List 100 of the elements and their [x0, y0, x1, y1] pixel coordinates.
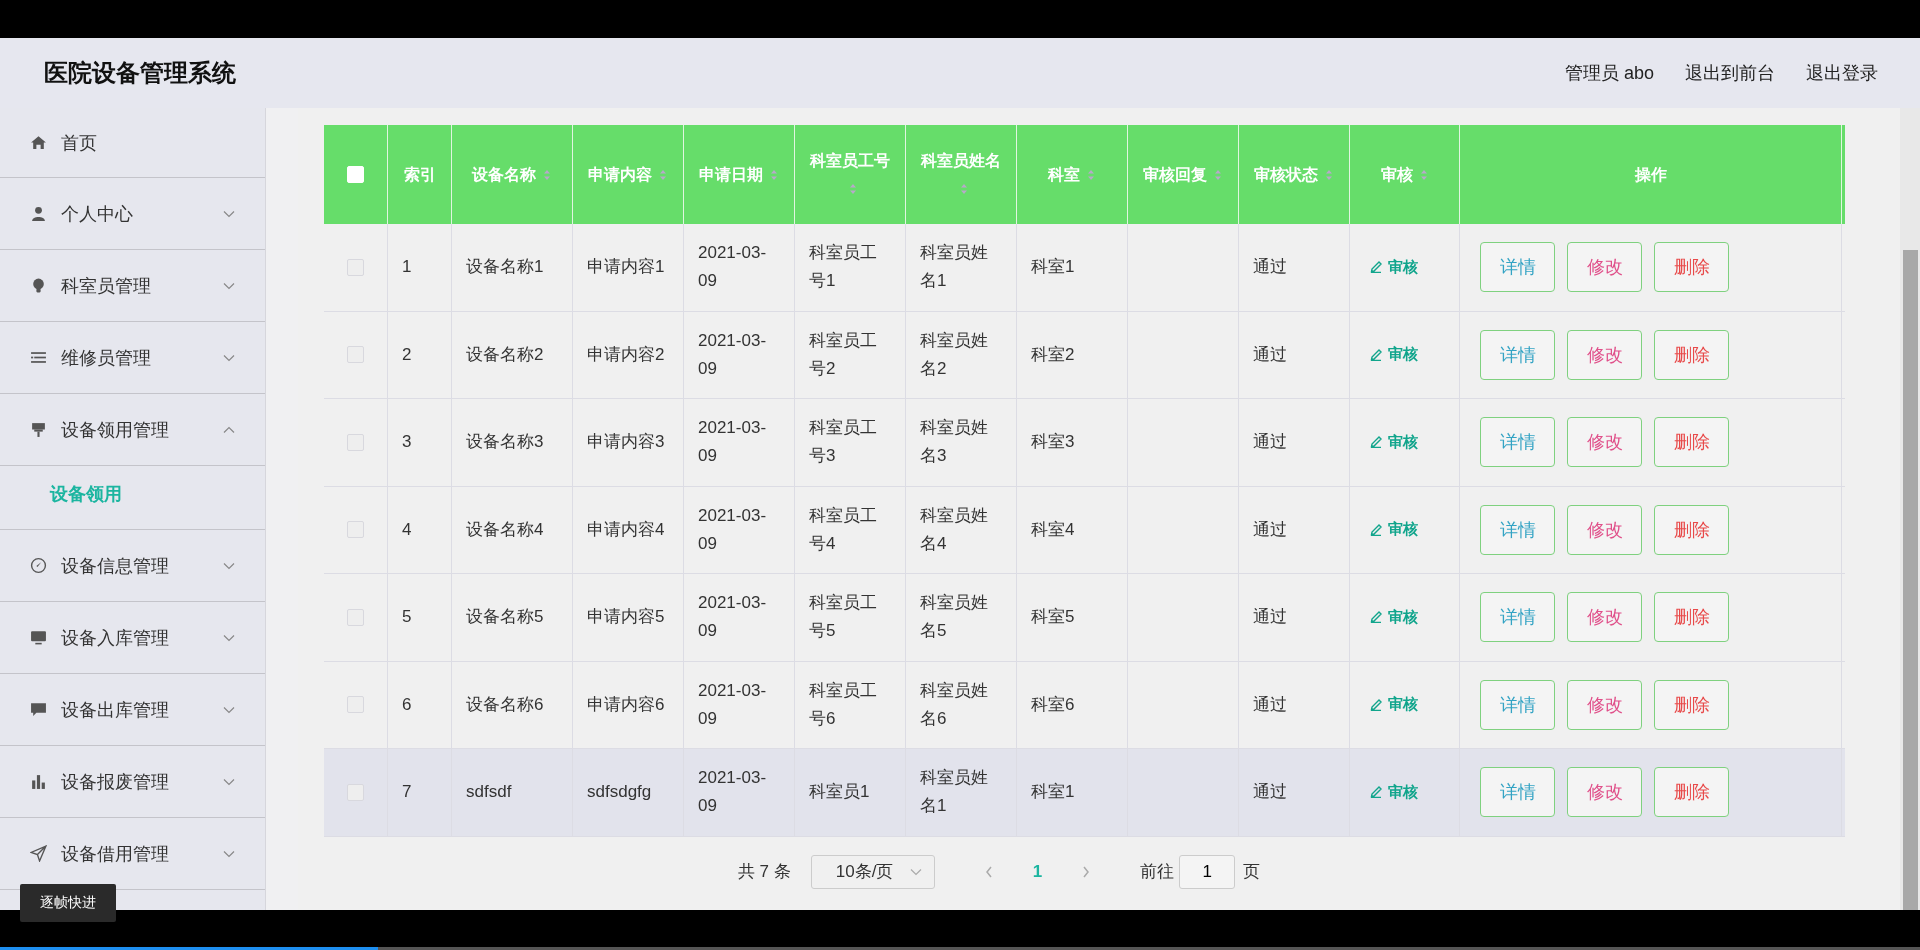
- edit-button[interactable]: 修改: [1567, 679, 1642, 730]
- detail-button[interactable]: 详情: [1480, 767, 1555, 818]
- review-link[interactable]: 审核: [1364, 782, 1418, 802]
- sidebar-item[interactable]: 设备信息管理: [0, 530, 265, 602]
- chat-icon: [30, 701, 47, 718]
- pen-icon: [1370, 348, 1382, 361]
- review-link[interactable]: 审核: [1364, 257, 1418, 277]
- chevron-icon: [223, 705, 235, 714]
- review-link[interactable]: 审核: [1364, 695, 1418, 715]
- page-number[interactable]: 1: [1012, 861, 1063, 882]
- detail-button[interactable]: 详情: [1480, 242, 1555, 293]
- header-link[interactable]: 退出到前台: [1685, 61, 1775, 85]
- header-link[interactable]: 退出登录: [1806, 61, 1878, 85]
- detail-button[interactable]: 详情: [1480, 329, 1555, 380]
- detail-button[interactable]: 详情: [1480, 417, 1555, 468]
- review-link[interactable]: 审核: [1364, 432, 1418, 452]
- table-cell-text: 通过: [1253, 606, 1287, 629]
- table-cell-text: 设备名称4: [466, 518, 544, 541]
- table-cell-text: 设备名称2: [466, 343, 544, 366]
- sidebar-label: 设备出库管理: [61, 698, 170, 722]
- table-cell-text: 2021-03-09: [698, 242, 768, 293]
- detail-button[interactable]: 详情: [1480, 504, 1555, 555]
- checkbox[interactable]: [347, 346, 364, 364]
- app-title: 医院设备管理系统: [44, 58, 236, 88]
- sidebar-item[interactable]: 设备报废管理: [0, 746, 265, 818]
- chevron-icon: [909, 867, 922, 876]
- checkbox[interactable]: [347, 433, 364, 451]
- table-cell-text: 通过: [1253, 781, 1287, 804]
- review-link[interactable]: 审核: [1364, 345, 1418, 365]
- column-header: 科室: [1048, 160, 1096, 189]
- checkbox[interactable]: [347, 608, 364, 626]
- table-cell-text: 2021-03-09: [698, 417, 768, 468]
- table-cell-text: 申请内容3: [587, 431, 665, 454]
- sidebar-item[interactable]: 首页: [0, 108, 265, 178]
- pen-icon: [1370, 611, 1382, 624]
- delete-button[interactable]: 删除: [1654, 417, 1729, 468]
- pen-icon: [1370, 436, 1382, 449]
- review-link[interactable]: 审核: [1364, 520, 1418, 540]
- header-link[interactable]: 管理员 abo: [1564, 61, 1654, 85]
- table-cell-text: sdfsdgfg: [587, 781, 652, 804]
- column-header: 审核回复: [1143, 160, 1223, 189]
- table-cell-text: 科室员姓名4: [920, 504, 989, 555]
- edit-button[interactable]: 修改: [1567, 767, 1642, 818]
- pen-icon: [1370, 523, 1382, 536]
- edit-button[interactable]: 修改: [1567, 592, 1642, 643]
- delete-button[interactable]: 删除: [1654, 592, 1729, 643]
- sidebar-label: 个人中心: [61, 202, 134, 226]
- checkbox[interactable]: [347, 258, 364, 276]
- sidebar-item[interactable]: 设备领用管理: [0, 394, 265, 466]
- sidebar-item[interactable]: 维修员管理: [0, 322, 265, 394]
- sidebar-subitem[interactable]: 设备领用: [0, 466, 265, 530]
- edit-button[interactable]: 修改: [1567, 242, 1642, 293]
- sidebar-item[interactable]: 科室员管理: [0, 250, 265, 322]
- table-cell-text: sdfsdf: [466, 781, 512, 804]
- table-cell-text: 2021-03-09: [698, 592, 768, 643]
- edit-button[interactable]: 修改: [1567, 417, 1642, 468]
- sidebar-label: 设备入库管理: [61, 626, 170, 650]
- sidebar-item[interactable]: 设备入库管理: [0, 602, 265, 674]
- scrollbar[interactable]: [1900, 108, 1920, 910]
- delete-button[interactable]: 删除: [1654, 679, 1729, 730]
- chevron-icon: [223, 777, 235, 786]
- delete-button[interactable]: 删除: [1654, 767, 1729, 818]
- table-cell-text: 科室员姓名5: [920, 592, 989, 643]
- tooltip: 逐帧快进: [20, 884, 116, 922]
- page-size-select[interactable]: 10条/页: [810, 854, 935, 889]
- table-cell-text: 申请内容2: [587, 343, 665, 366]
- checkbox[interactable]: [347, 521, 364, 539]
- sidebar-item[interactable]: 个人中心: [0, 178, 265, 250]
- review-link[interactable]: 审核: [1364, 607, 1418, 627]
- page-input[interactable]: 1: [1179, 854, 1236, 889]
- detail-button[interactable]: 详情: [1480, 592, 1555, 643]
- table-cell-text: 7: [402, 781, 412, 804]
- pen-icon: [1370, 786, 1382, 799]
- column-header: 审核状态: [1254, 160, 1334, 189]
- sidebar-label: 维修员管理: [61, 346, 152, 370]
- previous-page-icon[interactable]: [984, 865, 993, 878]
- table-cell-text: 科室员姓名1: [920, 242, 989, 293]
- table-cell-text: 科室员工号5: [809, 592, 878, 643]
- edit-button[interactable]: 修改: [1567, 504, 1642, 555]
- table-cell-text: 2021-03-09: [698, 329, 768, 380]
- table-cell-text: 科室员工号4: [809, 504, 878, 555]
- table-cell-text: 2: [402, 343, 412, 366]
- table-cell-text: 科室员姓名2: [920, 329, 989, 380]
- sidebar-label: 设备借用管理: [61, 842, 170, 866]
- edit-button[interactable]: 修改: [1567, 329, 1642, 380]
- table-cell-text: 科室3: [1031, 431, 1075, 454]
- delete-button[interactable]: 删除: [1654, 242, 1729, 293]
- next-page-icon[interactable]: [1082, 865, 1091, 878]
- table-cell-text: 6: [402, 693, 412, 716]
- delete-button[interactable]: 删除: [1654, 329, 1729, 380]
- column-header: 审核: [1380, 160, 1429, 189]
- delete-button[interactable]: 删除: [1654, 504, 1729, 555]
- checkbox[interactable]: [347, 696, 364, 714]
- table-cell-text: 科室1: [1031, 256, 1075, 279]
- progress-bar[interactable]: [0, 947, 1920, 950]
- total-count: 共 7 条: [737, 861, 791, 883]
- table-cell-text: 申请内容6: [587, 693, 665, 716]
- table-cell-text: 科室员1: [809, 781, 870, 804]
- sidebar-item[interactable]: 设备出库管理: [0, 674, 265, 746]
- detail-button[interactable]: 详情: [1480, 679, 1555, 730]
